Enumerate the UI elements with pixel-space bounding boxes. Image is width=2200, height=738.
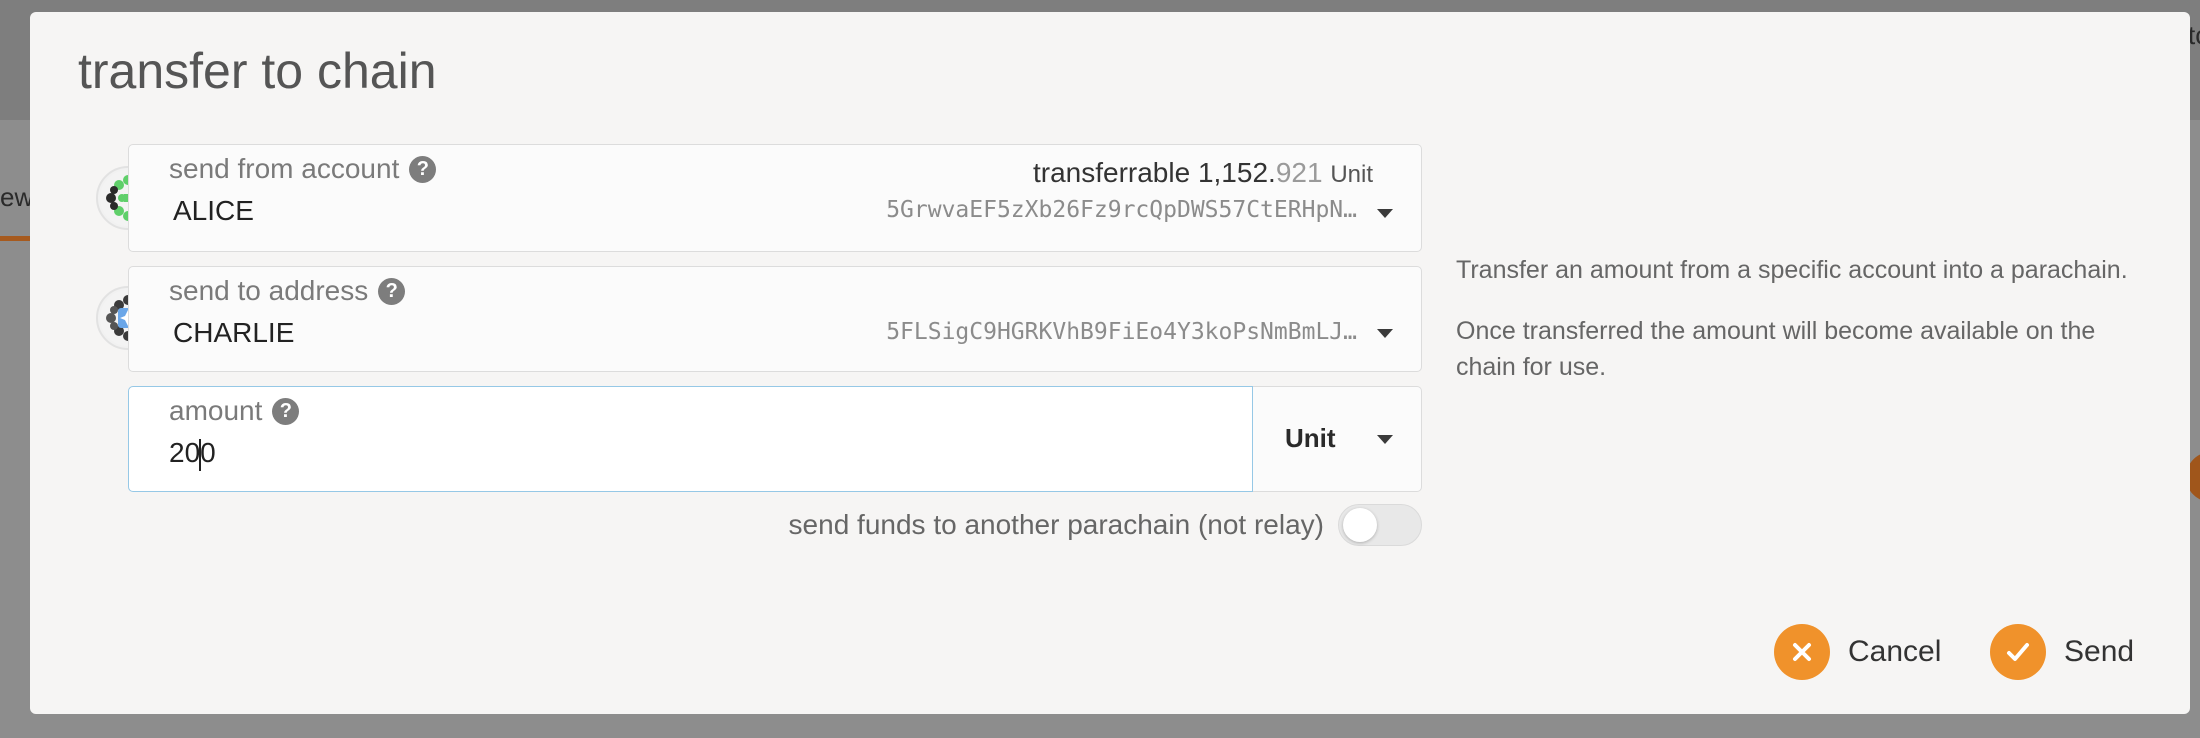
- send-from-label-group: send from account ?: [169, 153, 437, 185]
- toggle-knob: [1343, 508, 1377, 542]
- background-tab-underline: [0, 236, 30, 241]
- send-to-label: send to address: [169, 275, 369, 306]
- amount-input[interactable]: amount ? 200: [128, 386, 1253, 492]
- recipient-address: 5FLSigC9HGRKVhB9FiEo4Y3koPsNmBmLJ…: [886, 319, 1357, 345]
- help-paragraph-2: Once transferred the amount will become …: [1456, 317, 2096, 381]
- amount-value-after-cursor: 0: [200, 437, 216, 468]
- amount-label: amount: [169, 395, 263, 426]
- transferrable-decimal: 921: [1275, 157, 1323, 188]
- sender-account-name: ALICE: [173, 195, 254, 226]
- unit-select[interactable]: Unit: [1253, 386, 1422, 492]
- transferrable-integer: 1,152.: [1197, 157, 1276, 188]
- send-to-label-group: send to address ?: [169, 275, 406, 307]
- chevron-down-icon[interactable]: [1377, 329, 1393, 338]
- help-icon[interactable]: ?: [378, 277, 406, 305]
- recipient-account-name: CHARLIE: [173, 317, 295, 348]
- send-from-label: send from account: [169, 153, 400, 184]
- send-button-label: Send: [2064, 635, 2135, 668]
- unit-select-label: Unit: [1285, 423, 1336, 453]
- check-icon: [1990, 624, 2046, 680]
- amount-label-group: amount ?: [169, 395, 300, 427]
- cancel-button-label: Cancel: [1848, 635, 1942, 668]
- help-icon[interactable]: ?: [272, 397, 300, 425]
- send-to-address-field[interactable]: send to address ? CHARLIE 5FLSigC9HGRKVh…: [128, 266, 1422, 372]
- help-text: Transfer an amount from a specific accou…: [1456, 252, 2136, 410]
- amount-value[interactable]: 200: [169, 437, 216, 471]
- close-icon: [1774, 624, 1830, 680]
- help-icon[interactable]: ?: [409, 155, 437, 183]
- send-from-account-field[interactable]: send from account ? transferrable 1,152.…: [128, 144, 1422, 252]
- sender-address: 5GrwvaEF5zXb26Fz9rcQpDWS57CtERHpN…: [886, 197, 1357, 223]
- chevron-down-icon[interactable]: [1377, 209, 1393, 218]
- modal-title: transfer to chain: [78, 43, 437, 99]
- send-button[interactable]: Send: [1990, 624, 2134, 680]
- parachain-toggle-label: send funds to another parachain (not rel…: [788, 509, 1324, 540]
- transfer-modal: transfer to chain send from account ? tr…: [30, 12, 2190, 714]
- transferrable-unit: Unit: [1330, 161, 1373, 188]
- amount-field: amount ? 200 Unit: [128, 386, 1422, 492]
- chevron-down-icon[interactable]: [1377, 435, 1393, 444]
- transferrable-balance: transferrable 1,152.921 Unit: [1033, 157, 1373, 189]
- parachain-toggle[interactable]: [1338, 504, 1422, 546]
- cancel-button[interactable]: Cancel: [1774, 624, 1941, 680]
- transferrable-label: transferrable: [1032, 157, 1191, 188]
- amount-value-before-cursor: 20: [169, 437, 201, 468]
- parachain-toggle-row: send funds to another parachain (not rel…: [789, 504, 1422, 546]
- help-paragraph-1: Transfer an amount from a specific accou…: [1456, 256, 2128, 284]
- background-tab-fragment: ew: [0, 182, 34, 212]
